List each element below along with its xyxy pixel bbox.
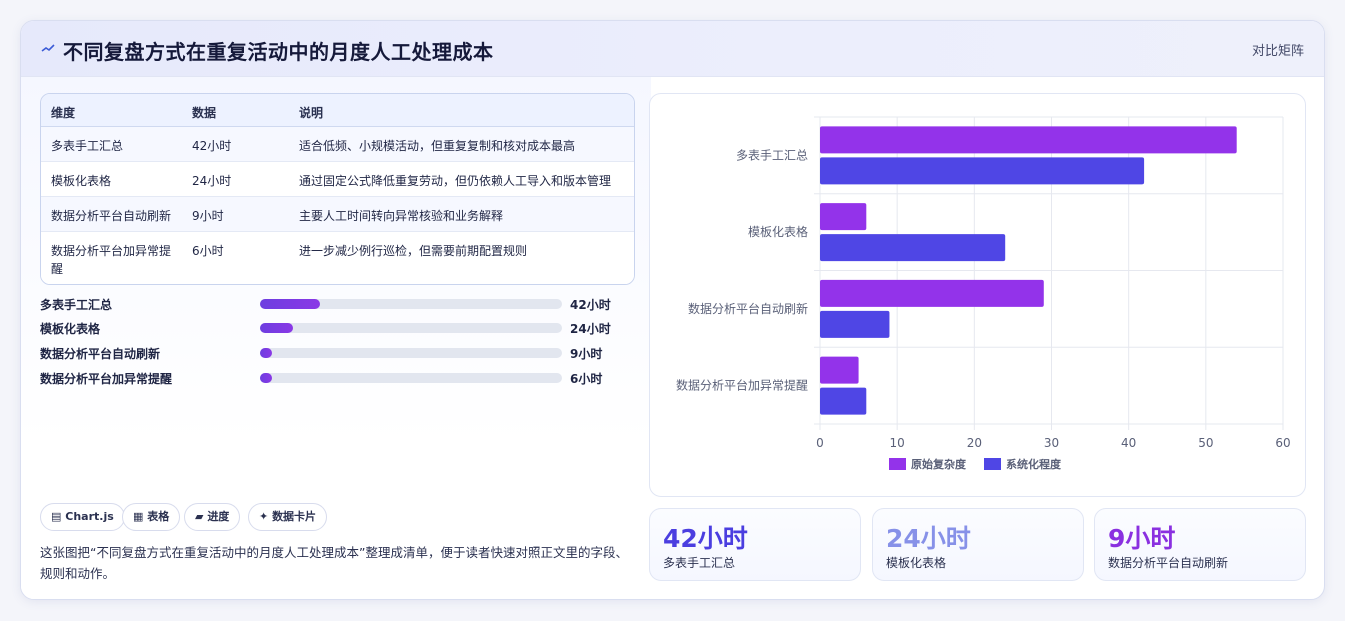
bar-systemization bbox=[820, 310, 890, 338]
progress-value: 42小时 bbox=[570, 298, 611, 312]
chart-icon: ▤ bbox=[51, 510, 62, 523]
bar-chart: 0 10 20 30 40 50 60 多表手工汇总模板化表格数据分析平台自动刷新数据分析平台… bbox=[676, 116, 1291, 471]
table-cell: 主要人工时间转向异常核验和业务解释 bbox=[299, 209, 504, 223]
view-tag: 对比矩阵 bbox=[1251, 44, 1304, 59]
card-header: 不同复盘方式在重复活动中的月度人工处理成本 对比矩阵 bbox=[21, 21, 1324, 77]
progress-label: 模板化表格 bbox=[40, 322, 101, 336]
progress-fill bbox=[260, 348, 273, 358]
stat-card: 42小时 多表手工汇总 bbox=[649, 508, 861, 581]
progress-row: 多表手工汇总 42小时 bbox=[40, 295, 640, 313]
bar-systemization bbox=[820, 157, 1145, 185]
table-header-row: 维度 数据 说明 bbox=[41, 94, 634, 127]
chip-progress[interactable]: ▰ 进度 bbox=[184, 503, 241, 531]
table-cell: 42小时 bbox=[192, 139, 232, 153]
progress-row: 数据分析平台加异常提醒 6小时 bbox=[40, 369, 640, 387]
x-tick-label: 50 bbox=[1198, 436, 1213, 450]
stat-label: 多表手工汇总 bbox=[663, 556, 736, 570]
stat-card: 24小时 模板化表格 bbox=[872, 508, 1084, 581]
y-tick-label: 数据分析平台加异常提醒 bbox=[676, 378, 808, 393]
column-header: 说明 bbox=[299, 106, 324, 120]
table-cell: 6小时 bbox=[192, 244, 224, 258]
legend-label: 原始复杂度 bbox=[911, 457, 967, 471]
x-tick-label: 0 bbox=[816, 436, 824, 450]
table-row: 数据分析平台自动刷新 9小时 主要人工时间转向异常核验和业务解释 bbox=[41, 197, 634, 232]
progress-fill bbox=[260, 323, 294, 333]
table-cell: 24小时 bbox=[192, 174, 232, 188]
progress-value: 6小时 bbox=[570, 372, 603, 386]
bar-original-complexity bbox=[820, 203, 867, 231]
x-tick-label: 20 bbox=[967, 436, 982, 450]
table-cell: 9小时 bbox=[192, 209, 224, 223]
table-cell: 多表手工汇总 bbox=[51, 139, 124, 153]
legend-swatch bbox=[984, 458, 1001, 470]
x-tick-label: 30 bbox=[1044, 436, 1059, 450]
table-cell: 模板化表格 bbox=[51, 174, 112, 188]
table-cell: 通过固定公式降低重复劳动，但仍依赖人工导入和版本管理 bbox=[299, 174, 612, 188]
chip-data-cards[interactable]: ✦ 数据卡片 bbox=[248, 503, 328, 531]
stat-label: 数据分析平台自动刷新 bbox=[1108, 556, 1229, 570]
progress-track bbox=[260, 373, 562, 383]
progress-fill bbox=[260, 373, 273, 383]
folder-icon: ▰ bbox=[195, 510, 204, 523]
table-cell: 进一步减少例行巡检，但需要前期配置规则 bbox=[299, 244, 528, 258]
bar-chart-panel: 0 10 20 30 40 50 60 多表手工汇总模板化表格数据分析平台自动刷新数据分析平台… bbox=[649, 93, 1306, 497]
chip-label: Chart.js bbox=[65, 510, 114, 523]
table-cell: 适合低频、小规模活动，但重复复制和核对成本最高 bbox=[299, 139, 576, 153]
stat-label: 模板化表格 bbox=[886, 556, 947, 570]
progress-track bbox=[260, 348, 562, 358]
x-tick-label: 10 bbox=[890, 436, 905, 450]
column-header: 维度 bbox=[51, 106, 76, 120]
stat-value: 42小时 bbox=[663, 524, 748, 553]
progress-value: 24小时 bbox=[570, 322, 611, 336]
progress-track bbox=[260, 323, 562, 333]
chip-label: 表格 bbox=[147, 510, 170, 523]
description: 这张图把“不同复盘方式在重复活动中的月度人工处理成本”整理成清单，便于读者快速对… bbox=[40, 545, 628, 581]
chip-label: 进度 bbox=[207, 510, 230, 523]
bar-original-complexity bbox=[820, 126, 1237, 154]
progress-row: 数据分析平台自动刷新 9小时 bbox=[40, 344, 640, 362]
table-cell: 数据分析平台自动刷新 bbox=[51, 209, 172, 223]
chip-chartjs[interactable]: ▤ Chart.js bbox=[40, 503, 125, 531]
progress-row: 模板化表格 24小时 bbox=[40, 319, 640, 337]
table-row: 数据分析平台加异常提醒 6小时 进一步减少例行巡检，但需要前期配置规则 bbox=[41, 232, 634, 284]
table-row: 多表手工汇总 42小时 适合低频、小规模活动，但重复复制和核对成本最高 bbox=[41, 127, 634, 162]
stat-card: 9小时 数据分析平台自动刷新 bbox=[1094, 508, 1306, 581]
stat-value: 24小时 bbox=[886, 524, 971, 553]
table-row: 模板化表格 24小时 通过固定公式降低重复劳动，但仍依赖人工导入和版本管理 bbox=[41, 162, 634, 197]
sparkle-icon: ✦ bbox=[259, 510, 269, 523]
y-tick-label: 多表手工汇总 bbox=[736, 148, 808, 162]
progress-value: 9小时 bbox=[570, 347, 603, 361]
bar-systemization bbox=[820, 387, 867, 415]
progress-label: 数据分析平台自动刷新 bbox=[40, 347, 161, 361]
x-tick-label: 60 bbox=[1275, 436, 1290, 450]
chip-table[interactable]: ▦ 表格 bbox=[122, 503, 181, 531]
y-tick-label: 模板化表格 bbox=[748, 224, 808, 239]
legend-swatch bbox=[889, 458, 906, 470]
bar-original-complexity bbox=[820, 356, 859, 384]
page-title: 不同复盘方式在重复活动中的月度人工处理成本 bbox=[63, 40, 494, 64]
bar-systemization bbox=[820, 234, 1006, 262]
report-card: 不同复盘方式在重复活动中的月度人工处理成本 对比矩阵 维度 数据 说明 多表手工… bbox=[20, 20, 1325, 600]
data-table: 维度 数据 说明 多表手工汇总 42小时 适合低频、小规模活动，但重复复制和核对… bbox=[40, 93, 635, 285]
progress-track bbox=[260, 299, 562, 309]
progress-label: 数据分析平台加异常提醒 bbox=[40, 372, 173, 386]
stat-value: 9小时 bbox=[1108, 524, 1176, 553]
y-tick-label: 数据分析平台自动刷新 bbox=[688, 301, 808, 316]
bar-original-complexity bbox=[820, 279, 1044, 307]
column-header: 数据 bbox=[192, 106, 217, 120]
chart-trend-icon bbox=[41, 44, 55, 52]
table-icon: ▦ bbox=[133, 510, 144, 523]
progress-fill bbox=[260, 299, 321, 309]
table-cell: 数据分析平台加异常提醒 bbox=[51, 244, 172, 276]
legend-label: 系统化程度 bbox=[1006, 457, 1062, 471]
chip-label: 数据卡片 bbox=[272, 510, 317, 523]
x-tick-label: 40 bbox=[1121, 436, 1136, 450]
progress-label: 多表手工汇总 bbox=[40, 298, 113, 312]
